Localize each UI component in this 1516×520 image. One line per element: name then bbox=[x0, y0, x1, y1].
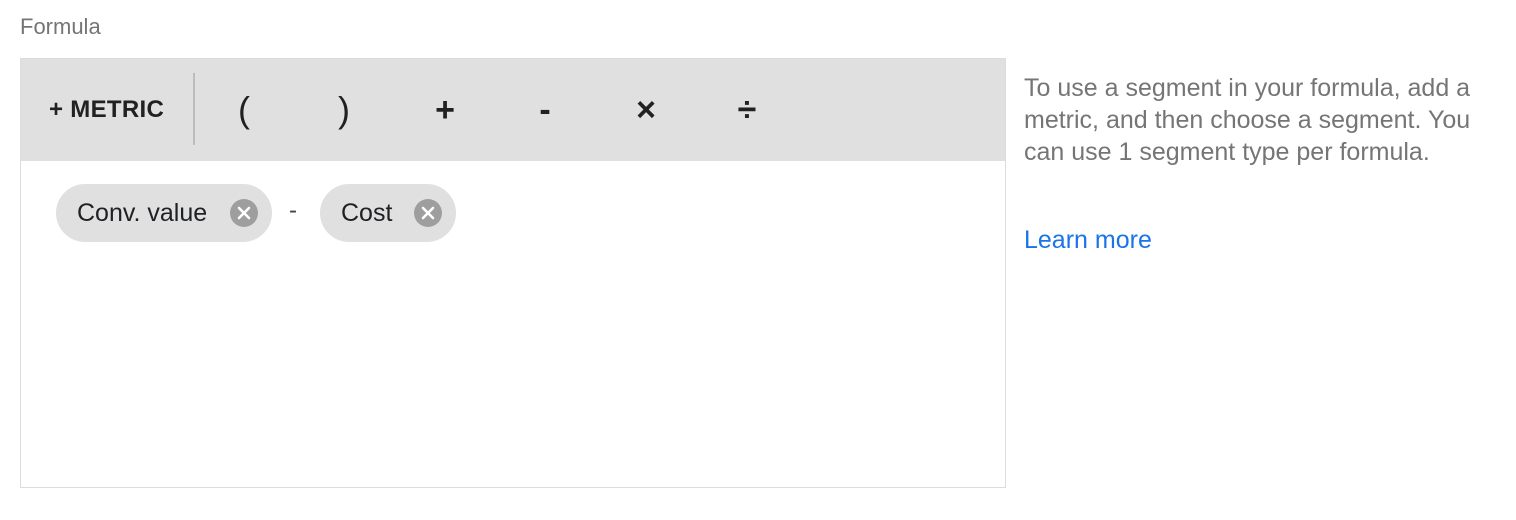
plus-button[interactable]: + bbox=[415, 81, 475, 139]
minus-button[interactable]: - bbox=[515, 81, 575, 139]
segment-help-text: To use a segment in your formula, add a … bbox=[1024, 74, 1471, 166]
learn-more-link[interactable]: Learn more bbox=[1024, 226, 1152, 255]
formula-label: Formula bbox=[20, 14, 101, 39]
close-paren-button[interactable]: ) bbox=[314, 81, 374, 139]
formula-toolbar: + METRIC ( ) + - × ÷ bbox=[21, 59, 1005, 161]
metric-chip-conv-value[interactable]: Conv. value bbox=[56, 184, 272, 242]
multiply-button[interactable]: × bbox=[616, 81, 676, 139]
close-circle-icon[interactable] bbox=[230, 199, 258, 227]
toolbar-divider bbox=[193, 73, 195, 145]
open-paren-button[interactable]: ( bbox=[214, 81, 274, 139]
formula-operator: - bbox=[289, 197, 297, 224]
metric-chip-label: Cost bbox=[341, 198, 393, 227]
close-circle-icon[interactable] bbox=[414, 199, 442, 227]
formula-editor[interactable]: + METRIC ( ) + - × ÷ Conv. value - Cost bbox=[20, 58, 1006, 488]
add-metric-button[interactable]: + METRIC bbox=[49, 85, 164, 135]
metric-chip-label: Conv. value bbox=[77, 198, 208, 227]
metric-chip-cost[interactable]: Cost bbox=[320, 184, 456, 242]
divide-button[interactable]: ÷ bbox=[717, 81, 777, 139]
